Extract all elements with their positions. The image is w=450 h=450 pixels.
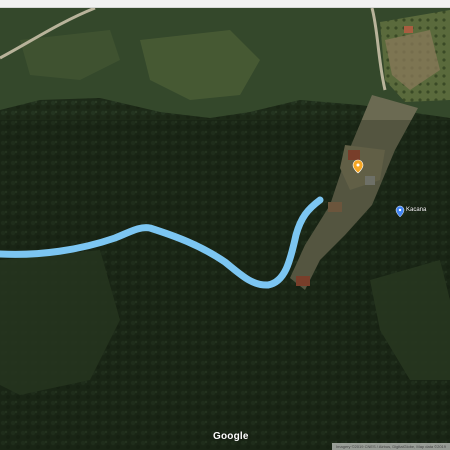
google-logo: Google	[213, 431, 249, 442]
bookmark-item[interactable]: TPT	[206, 7, 224, 8]
bookmark-item[interactable]: YouTube	[271, 7, 302, 8]
bookmark-label: YouTube	[278, 7, 302, 8]
bookmark-label: IMDb	[244, 7, 258, 8]
bookmark-label: Večernji.hr	[373, 7, 401, 8]
bookmark-label: Nacional	[421, 7, 444, 8]
bookmarks-bar: utanj.hr online porn Sportacki Index.hr Pir…	[0, 0, 450, 8]
map-view[interactable]: utanj.hr online porn Sportacki Index.hr Pir…	[0, 0, 450, 450]
satellite-map[interactable]	[0, 0, 450, 450]
bookmark-item[interactable]: Pirate Bay	[158, 7, 193, 8]
bookmark-label: Index.hr	[123, 7, 145, 8]
bookmark-item[interactable]: utanj.hr online porn	[0, 7, 58, 8]
bookmark-label: utanj.hr online porn	[7, 7, 58, 8]
place-label-kacana[interactable]: Kacana	[406, 207, 426, 213]
map-attribution[interactable]: Imagery ©2019 CNES / Airbus, DigitalGlob…	[332, 443, 450, 450]
bookmark-item[interactable]: Index.hr	[116, 7, 145, 8]
bookmark-item[interactable]: Glasistre.hr	[315, 7, 353, 8]
bookmark-label: Glasistre.hr	[322, 7, 353, 8]
bookmark-item[interactable]: Sportacki	[71, 7, 103, 8]
bookmark-item[interactable]: Nacional	[414, 7, 444, 8]
bookmark-label: Sportacki	[78, 7, 103, 8]
bookmark-item[interactable]: IMDb	[237, 7, 258, 8]
building	[404, 26, 413, 33]
bookmark-item[interactable]: Večernji.hr	[366, 7, 401, 8]
bookmark-label: TPT	[213, 7, 224, 8]
bookmark-label: Pirate Bay	[165, 7, 193, 8]
